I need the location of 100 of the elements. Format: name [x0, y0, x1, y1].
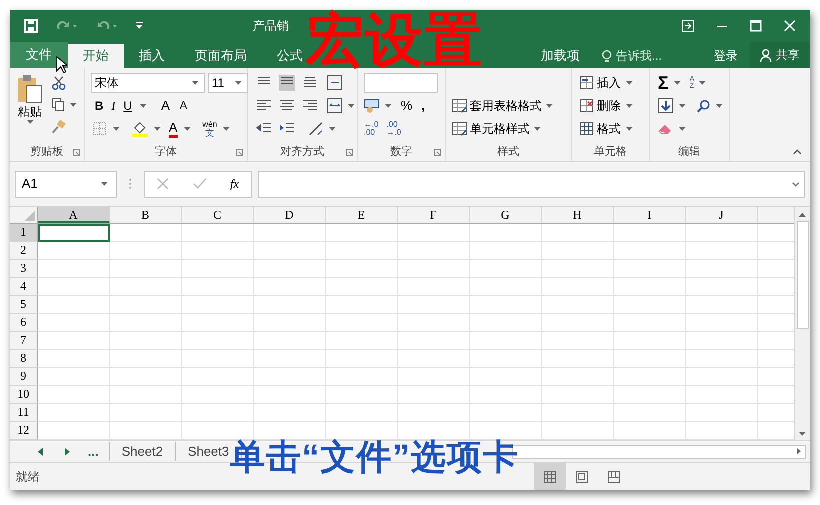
grid-cell[interactable] [182, 314, 254, 332]
decrease-decimal-button[interactable]: .00 →.0 [386, 121, 402, 137]
grid-cell[interactable] [398, 350, 470, 368]
grid-cell[interactable] [542, 332, 614, 350]
grid-cell[interactable] [614, 260, 686, 278]
column-header[interactable]: J [686, 207, 758, 223]
grid-cell[interactable] [542, 386, 614, 404]
grid-cell[interactable] [398, 224, 470, 242]
grid-cell[interactable] [542, 314, 614, 332]
grid-cell[interactable] [614, 296, 686, 314]
caret-icon[interactable] [154, 127, 161, 131]
grid-cell[interactable] [470, 332, 542, 350]
caret-icon[interactable] [223, 127, 230, 131]
grid-cell[interactable] [182, 368, 254, 386]
row-header[interactable]: 12 [10, 422, 38, 440]
caret-icon[interactable] [140, 104, 148, 108]
font-color-button[interactable]: A [169, 120, 178, 138]
grid-cell[interactable] [326, 260, 398, 278]
grid-cell[interactable] [686, 278, 758, 296]
comma-style-button[interactable]: , [422, 96, 426, 116]
grid-cell[interactable] [542, 368, 614, 386]
row-header[interactable]: 4 [10, 278, 38, 296]
grid-cell[interactable] [326, 314, 398, 332]
autosum-button[interactable]: Σ [658, 74, 669, 92]
grid-cell[interactable] [38, 368, 110, 386]
caret-icon[interactable] [626, 81, 633, 85]
caret-icon[interactable] [235, 81, 242, 85]
caret-icon[interactable] [101, 182, 108, 186]
grid-cell[interactable] [182, 224, 254, 242]
grid-cell[interactable] [398, 404, 470, 422]
grid-cell[interactable] [614, 224, 686, 242]
grid-cell[interactable] [38, 314, 110, 332]
grid-cell[interactable] [38, 278, 110, 296]
customize-menu-icon[interactable] [136, 22, 143, 30]
grid-cell[interactable] [182, 350, 254, 368]
grid-cell[interactable] [614, 404, 686, 422]
grid-cell[interactable] [326, 332, 398, 350]
caret-icon[interactable] [674, 81, 681, 85]
grid-cell[interactable] [398, 314, 470, 332]
grid-cell[interactable] [686, 224, 758, 242]
caret-icon[interactable] [534, 127, 541, 131]
grid-cell[interactable] [326, 278, 398, 296]
grid-cell[interactable] [686, 260, 758, 278]
active-cell[interactable] [38, 224, 110, 242]
grid-cell[interactable] [254, 350, 326, 368]
row-header[interactable]: 11 [10, 404, 38, 422]
cancel-icon[interactable] [156, 178, 169, 190]
close-icon[interactable] [784, 20, 796, 32]
previous-sheet-icon[interactable] [38, 448, 43, 456]
grid-cell[interactable] [38, 242, 110, 260]
grid-cell[interactable] [542, 296, 614, 314]
grid-cell[interactable] [182, 296, 254, 314]
ribbon-display-icon[interactable] [682, 20, 694, 32]
grid-cell[interactable] [470, 278, 542, 296]
caret-icon[interactable] [679, 127, 686, 131]
row-header[interactable]: 9 [10, 368, 38, 386]
row-header[interactable]: 6 [10, 314, 38, 332]
select-all-icon[interactable] [25, 211, 35, 221]
insert-cells-button[interactable]: 插入 [580, 74, 635, 92]
grid-cell[interactable] [470, 386, 542, 404]
percent-style-button[interactable]: % [401, 96, 413, 116]
grid-cell[interactable] [110, 296, 182, 314]
grid-cell[interactable] [398, 260, 470, 278]
grid-cell[interactable] [686, 368, 758, 386]
middle-align-icon[interactable] [279, 75, 295, 91]
grid-cell[interactable] [542, 278, 614, 296]
sign-in-link[interactable]: 登录 [702, 44, 750, 68]
sheet-tab[interactable]: Sheet2 [110, 442, 176, 462]
grid-cell[interactable] [686, 242, 758, 260]
caret-icon[interactable] [546, 104, 553, 108]
grid-cell[interactable] [398, 296, 470, 314]
grid-cell[interactable] [542, 242, 614, 260]
row-header[interactable]: 7 [10, 332, 38, 350]
caret-icon[interactable] [70, 103, 77, 107]
grid-cell[interactable] [470, 296, 542, 314]
grid-cell[interactable] [470, 224, 542, 242]
grid-cell[interactable] [110, 242, 182, 260]
cut-icon[interactable] [52, 76, 66, 90]
grid-cell[interactable] [470, 260, 542, 278]
borders-icon[interactable] [93, 122, 107, 136]
column-header[interactable]: G [470, 207, 542, 223]
row-header[interactable]: 10 [10, 386, 38, 404]
format-as-table-button[interactable]: 套用表格格式 [452, 97, 555, 115]
name-box[interactable]: A1 [15, 170, 117, 198]
cell-styles-button[interactable]: 单元格样式 [452, 120, 543, 138]
maximize-icon[interactable] [750, 20, 762, 32]
grid-cell[interactable] [614, 332, 686, 350]
dialog-launcher-icon[interactable] [434, 149, 441, 156]
redo-icon[interactable] [56, 20, 78, 32]
fill-color-icon[interactable] [132, 121, 148, 137]
grid-cell[interactable] [326, 368, 398, 386]
phonetic-guide-button[interactable]: wén 文 [202, 120, 218, 138]
grid-cell[interactable] [182, 386, 254, 404]
delete-cells-button[interactable]: 删除 [580, 97, 635, 115]
caret-icon[interactable] [699, 81, 706, 85]
grid-cell[interactable] [470, 404, 542, 422]
grid-cell[interactable] [614, 350, 686, 368]
grid-cell[interactable] [182, 404, 254, 422]
grid-cell[interactable] [326, 296, 398, 314]
normal-view-button[interactable] [534, 463, 566, 490]
